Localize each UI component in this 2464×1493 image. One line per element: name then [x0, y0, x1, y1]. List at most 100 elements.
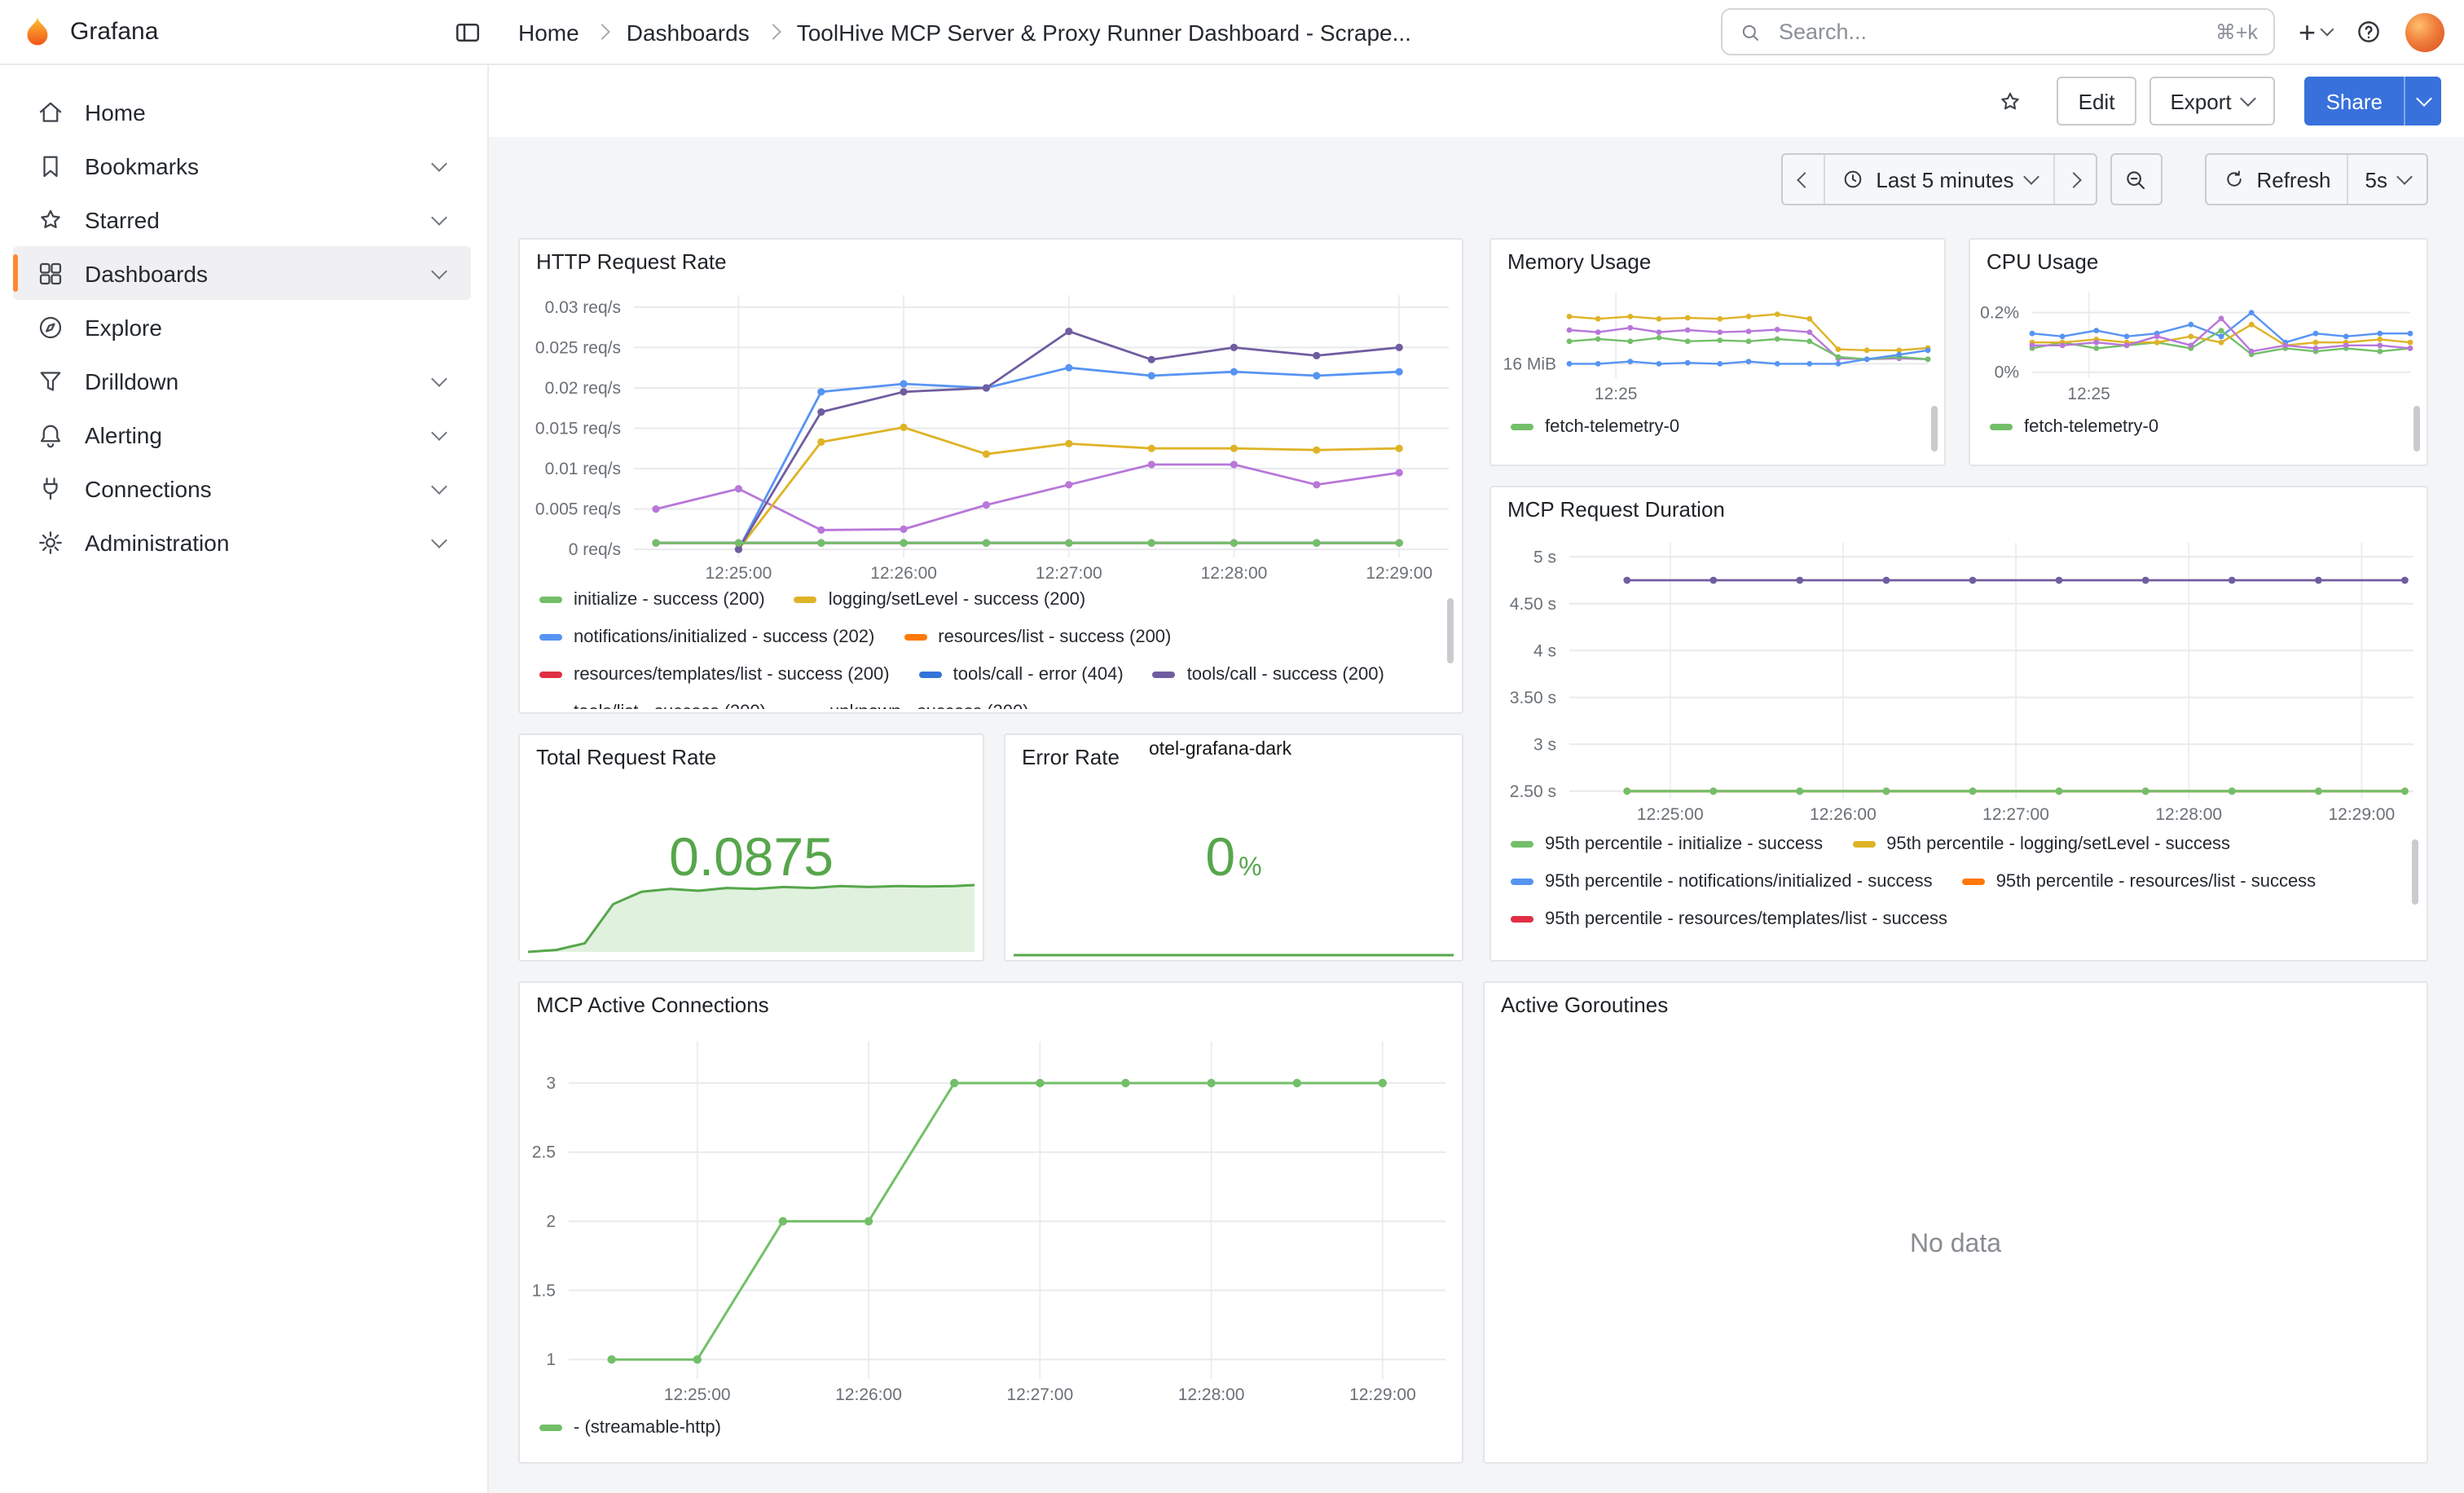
- legend-item[interactable]: unknown - success (200): [795, 701, 1029, 709]
- sidebar-item-connections[interactable]: Connections: [13, 461, 471, 515]
- chevron-down-icon: [2321, 23, 2334, 37]
- svg-text:12:25:00: 12:25:00: [664, 1385, 731, 1404]
- svg-text:12:28:00: 12:28:00: [1178, 1385, 1245, 1404]
- user-avatar[interactable]: [2405, 12, 2444, 51]
- legend-item[interactable]: initialize - success (200): [539, 588, 765, 611]
- svg-text:12:27:00: 12:27:00: [1036, 564, 1102, 583]
- sidebar-item-alerting[interactable]: Alerting: [13, 407, 471, 461]
- refresh-button[interactable]: Refresh: [2206, 155, 2347, 204]
- legend-item[interactable]: 95th percentile - logging/setLevel - suc…: [1852, 833, 2230, 856]
- sidebar-item-home[interactable]: Home: [13, 85, 471, 139]
- header-actions: ⌘+k +: [1722, 8, 2444, 55]
- memory-usage-chart[interactable]: 16 MiB 12:25: [1494, 282, 1934, 406]
- plug-icon: [36, 473, 65, 503]
- legend-item[interactable]: 95th percentile - resources/templates/li…: [1511, 908, 1947, 931]
- plus-icon: +: [2299, 17, 2316, 46]
- gear-icon: [36, 527, 65, 557]
- time-range-picker[interactable]: Last 5 minutes: [1824, 155, 2053, 204]
- svg-text:12:25: 12:25: [2067, 385, 2110, 403]
- legend-item[interactable]: - (streamable-http): [539, 1416, 721, 1439]
- legend-item[interactable]: fetch-telemetry-0: [1990, 416, 2158, 438]
- legend-scrollbar[interactable]: [2412, 839, 2418, 905]
- share-menu-button[interactable]: [2404, 77, 2441, 126]
- legend-item[interactable]: tools/list - success (200): [539, 701, 766, 709]
- legend-item[interactable]: notifications/initialized - success (202…: [539, 626, 874, 649]
- breadcrumb: Home Dashboards ToolHive MCP Server & Pr…: [518, 19, 1411, 45]
- breadcrumb-separator-icon: [765, 24, 781, 40]
- sidebar-item-label: Home: [85, 99, 146, 125]
- svg-text:16 MiB: 16 MiB: [1503, 355, 1556, 373]
- legend-scrollbar[interactable]: [2413, 406, 2420, 451]
- svg-text:12:26:00: 12:26:00: [1810, 805, 1877, 824]
- series-color-marker: [1990, 424, 2013, 430]
- add-menu-button[interactable]: +: [2299, 17, 2332, 46]
- breadcrumb-current: ToolHive MCP Server & Proxy Runner Dashb…: [797, 19, 1411, 45]
- time-forward-button[interactable]: [2053, 155, 2095, 204]
- sidebar-item-drilldown[interactable]: Drilldown: [13, 354, 471, 407]
- search-shortcut: ⌘+k: [2215, 20, 2258, 44]
- sidebar-item-label: Connections: [85, 475, 212, 501]
- sidebar-item-administration[interactable]: Administration: [13, 515, 471, 569]
- grid-icon: [36, 258, 65, 288]
- legend-item[interactable]: tools/call - error (404): [919, 663, 1124, 686]
- panel-title: Memory Usage: [1507, 249, 1651, 274]
- home-icon: [36, 97, 65, 126]
- svg-text:12:25:00: 12:25:00: [706, 564, 772, 583]
- search-box[interactable]: ⌘+k: [1722, 8, 2276, 55]
- help-button[interactable]: [2355, 18, 2383, 46]
- panel-cpu-usage: CPU Usage 0.2%0%12:25 fetch-telemetry-0: [1969, 238, 2428, 466]
- chevron-down-icon: [431, 262, 447, 279]
- svg-text:0.02 req/s: 0.02 req/s: [545, 379, 621, 398]
- series-color-marker: [1511, 424, 1533, 430]
- panel-title: Active Goroutines: [1501, 993, 1668, 1017]
- share-button[interactable]: Share: [2305, 77, 2404, 126]
- edit-button[interactable]: Edit: [2057, 77, 2136, 126]
- panel-title: CPU Usage: [1987, 249, 2098, 274]
- legend-item[interactable]: tools/call - success (200): [1153, 663, 1384, 686]
- breadcrumb-home[interactable]: Home: [518, 19, 579, 45]
- svg-text:2.50 s: 2.50 s: [1510, 782, 1556, 801]
- grafana-logo[interactable]: [20, 14, 55, 50]
- legend-scrollbar[interactable]: [1931, 406, 1938, 451]
- svg-text:0.03 req/s: 0.03 req/s: [545, 298, 621, 317]
- svg-text:12:25: 12:25: [1595, 385, 1638, 403]
- search-input[interactable]: [1775, 18, 2202, 46]
- mcp-request-duration-chart[interactable]: 5 s4.50 s4 s3.50 s3 s2.50 s12:25:0012:26…: [1494, 533, 2420, 826]
- chevron-down-icon: [2023, 169, 2039, 185]
- legend-item[interactable]: resources/templates/list - success (200): [539, 663, 890, 686]
- mega-menu-toggle[interactable]: [447, 11, 489, 53]
- svg-text:0.005 req/s: 0.005 req/s: [535, 500, 621, 519]
- sidebar-item-dashboards[interactable]: Dashboards: [13, 246, 471, 300]
- svg-text:5 s: 5 s: [1533, 548, 1556, 566]
- legend-scrollbar[interactable]: [1447, 598, 1454, 663]
- chart-legend: fetch-telemetry-0: [1511, 416, 1925, 442]
- export-menu-button[interactable]: Export: [2149, 77, 2275, 126]
- svg-text:3 s: 3 s: [1533, 735, 1556, 754]
- svg-text:2: 2: [546, 1213, 556, 1231]
- refresh-interval-picker[interactable]: 5s: [2347, 155, 2427, 204]
- sidebar-item-bookmarks[interactable]: Bookmarks: [13, 139, 471, 192]
- legend-item[interactable]: logging/setLevel - success (200): [794, 588, 1086, 611]
- series-color-marker: [1852, 841, 1875, 848]
- legend-item[interactable]: 95th percentile - resources/list - succe…: [1962, 870, 2317, 893]
- http-request-rate-chart[interactable]: 0.03 req/s0.025 req/s0.02 req/s0.015 req…: [523, 285, 1455, 585]
- series-color-marker: [539, 634, 562, 641]
- sidebar-item-starred[interactable]: Starred: [13, 192, 471, 246]
- series-color-marker: [1962, 879, 1985, 885]
- sidebar-item-explore[interactable]: Explore: [13, 300, 471, 354]
- favorite-star-button[interactable]: [1997, 87, 2025, 115]
- series-color-marker: [539, 597, 562, 603]
- zoom-out-button[interactable]: [2110, 153, 2162, 205]
- legend-item[interactable]: 95th percentile - initialize - success: [1511, 833, 1823, 856]
- time-back-button[interactable]: [1783, 155, 1824, 204]
- chart-legend: initialize - success (200) logging/setLev…: [539, 588, 1432, 709]
- breadcrumb-separator-icon: [595, 24, 611, 40]
- star-icon: [1997, 87, 2025, 115]
- svg-text:12:29:00: 12:29:00: [1366, 564, 1432, 583]
- breadcrumb-dashboards[interactable]: Dashboards: [627, 19, 750, 45]
- legend-item[interactable]: 95th percentile - notifications/initiali…: [1511, 870, 1933, 893]
- mcp-active-connections-chart[interactable]: 32.521.5112:25:0012:26:0012:27:0012:28:0…: [523, 1032, 1452, 1407]
- cpu-usage-chart[interactable]: 0.2%0%12:25: [1973, 282, 2417, 406]
- legend-item[interactable]: resources/list - success (200): [904, 626, 1171, 649]
- legend-item[interactable]: fetch-telemetry-0: [1511, 416, 1679, 438]
